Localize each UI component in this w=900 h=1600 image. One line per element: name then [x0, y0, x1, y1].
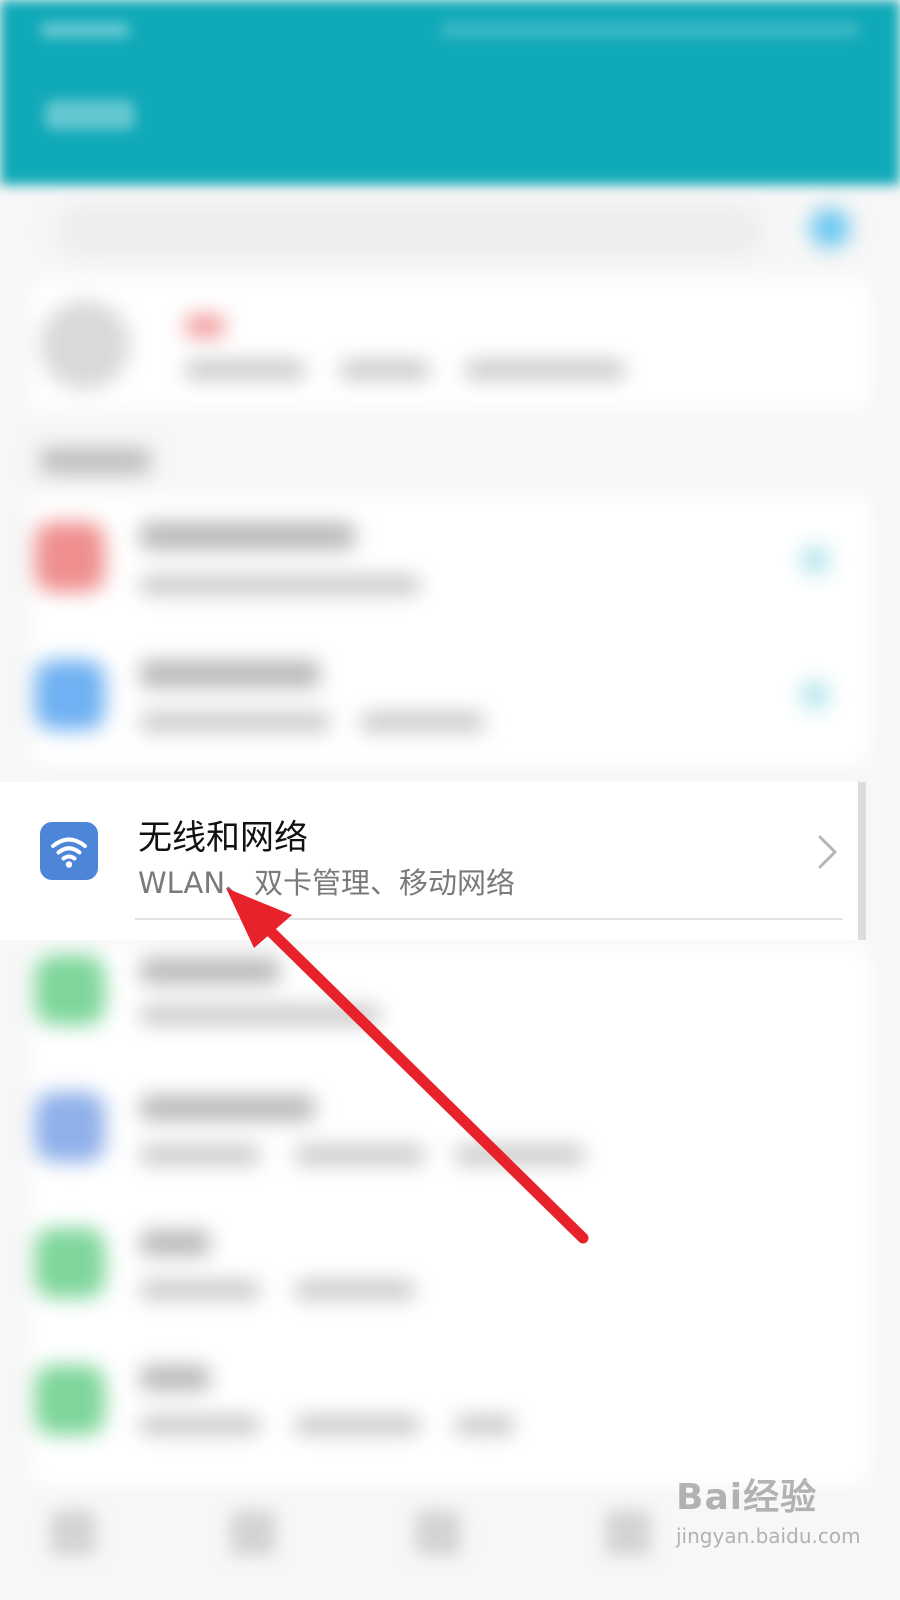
blurred-text	[140, 958, 280, 984]
blurred-text	[140, 1230, 210, 1256]
scrollbar[interactable]	[858, 782, 866, 940]
blurred-text	[140, 660, 320, 688]
chevron-right-icon	[800, 545, 830, 575]
blurred-text	[140, 1095, 315, 1121]
blurred-text	[455, 1415, 515, 1435]
section-title-blurred	[40, 448, 150, 474]
blurred-text	[465, 360, 625, 380]
blurred-text	[295, 1415, 420, 1435]
blurred-text	[185, 360, 305, 380]
blurred-text	[140, 1415, 260, 1435]
watermark-brand: Bai经验	[676, 1477, 818, 1518]
nav-icon[interactable]	[605, 1510, 651, 1556]
nav-icon[interactable]	[230, 1510, 276, 1556]
list-item-icon	[35, 1228, 105, 1298]
blurred-text	[140, 712, 330, 732]
blurred-text	[140, 1280, 260, 1300]
settings-item-subtitle: WLAN、双卡管理、移动网络	[138, 866, 516, 900]
watermark-url: jingyan.baidu.com	[676, 1524, 861, 1548]
nav-icon[interactable]	[415, 1510, 461, 1556]
search-icon[interactable]	[810, 208, 850, 248]
blurred-text	[295, 1280, 415, 1300]
blurred-text	[455, 1145, 585, 1165]
list-item-icon	[35, 955, 105, 1025]
blurred-text	[360, 712, 485, 732]
list-item[interactable]	[30, 630, 870, 765]
divider	[135, 918, 843, 920]
list-item-icon	[35, 522, 105, 592]
list-item-icon	[35, 1365, 105, 1435]
blurred-text	[140, 1145, 260, 1165]
wifi-icon	[40, 822, 98, 880]
nav-icon[interactable]	[50, 1510, 96, 1556]
blurred-text	[140, 522, 355, 550]
blurred-text	[140, 1365, 210, 1391]
settings-item-title: 无线和网络	[138, 818, 308, 858]
blurred-text	[185, 315, 225, 337]
avatar	[40, 300, 130, 390]
chevron-right-icon	[800, 680, 830, 710]
list-item[interactable]	[30, 495, 870, 630]
blurred-text	[140, 575, 420, 595]
watermark: Bai经验 jingyan.baidu.com	[676, 1468, 861, 1548]
list-item-icon	[35, 1092, 105, 1162]
search-bar[interactable]	[55, 205, 765, 257]
blurred-text	[140, 1005, 380, 1025]
blurred-text	[295, 1145, 425, 1165]
list-item-icon	[35, 660, 105, 730]
chevron-right-icon	[818, 835, 837, 869]
blurred-text	[340, 360, 430, 380]
account-card[interactable]	[30, 280, 870, 410]
